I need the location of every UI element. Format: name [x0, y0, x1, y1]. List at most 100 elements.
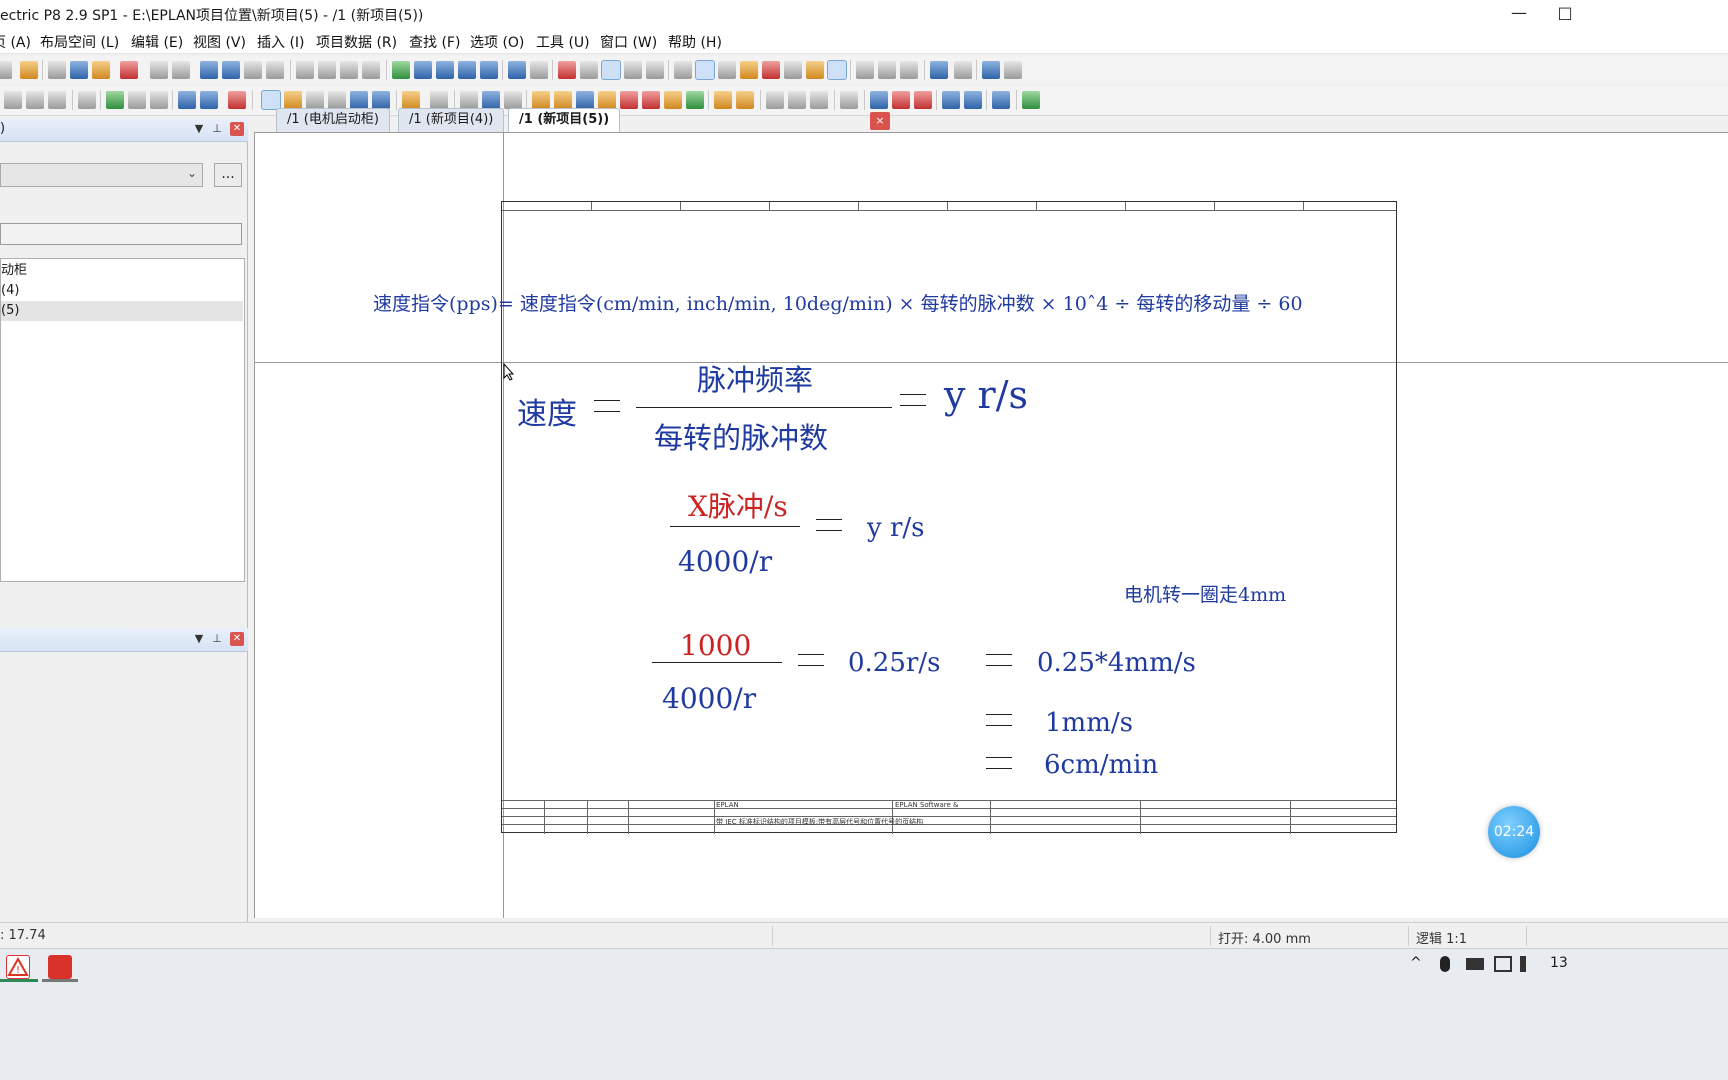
- zoom-in-icon[interactable]: [436, 61, 454, 79]
- flag-c-icon[interactable]: [178, 91, 196, 109]
- page-check-icon[interactable]: [340, 61, 358, 79]
- menu-page[interactable]: 页 (A): [0, 32, 31, 52]
- panel-menu-icon[interactable]: ▼: [192, 632, 206, 646]
- microphone-icon[interactable]: [1440, 956, 1450, 972]
- close-icon[interactable]: ✕: [230, 632, 244, 646]
- tool-icon[interactable]: [0, 61, 12, 79]
- grid-b-icon[interactable]: [580, 61, 598, 79]
- menu-window[interactable]: 窗口 (W): [600, 32, 657, 52]
- cart-icon[interactable]: [982, 61, 1000, 79]
- close-icon[interactable]: ✕: [230, 122, 244, 136]
- page-icon[interactable]: [296, 61, 314, 79]
- tab-project-4[interactable]: /1 (新项目(4)): [398, 108, 505, 132]
- grid-c-icon[interactable]: [601, 60, 621, 80]
- maximize-icon[interactable]: □: [1542, 0, 1588, 28]
- snap-icon[interactable]: [695, 60, 715, 80]
- active-app-indicator: [0, 979, 38, 982]
- magnet-icon[interactable]: [740, 61, 758, 79]
- table-icon[interactable]: [362, 61, 380, 79]
- tree-item-selected[interactable]: (5): [1, 301, 243, 321]
- flag-b-icon[interactable]: [150, 91, 168, 109]
- zoom-window-icon[interactable]: [414, 61, 432, 79]
- title-block-col: [1290, 800, 1291, 834]
- numbering-b-icon[interactable]: [26, 91, 44, 109]
- grid-a-icon[interactable]: [558, 61, 576, 79]
- grid-toggle-icon[interactable]: [674, 61, 692, 79]
- cut-icon[interactable]: [48, 61, 66, 79]
- angle-icon[interactable]: [762, 61, 780, 79]
- filter-input[interactable]: [0, 223, 242, 245]
- menu-help[interactable]: 帮助 (H): [668, 32, 722, 52]
- volume-icon[interactable]: [1520, 956, 1538, 972]
- intersection-icon[interactable]: [784, 61, 802, 79]
- redo-icon[interactable]: [244, 61, 262, 79]
- refresh-icon[interactable]: [392, 61, 410, 79]
- menu-layout-space[interactable]: 布局空间 (L): [40, 32, 119, 52]
- filter-combo[interactable]: ⌄: [0, 163, 203, 187]
- format-icon[interactable]: [172, 61, 190, 79]
- warning-app-icon[interactable]: !: [6, 955, 30, 979]
- toolbar-separator: [976, 60, 977, 80]
- menu-insert[interactable]: 插入 (I): [257, 32, 305, 52]
- fraction-bar: [652, 662, 782, 663]
- text-tool-icon[interactable]: [1004, 61, 1022, 79]
- chevron-up-icon[interactable]: ^: [1410, 955, 1422, 971]
- grid-d-icon[interactable]: [624, 61, 642, 79]
- eplan-app-icon[interactable]: [48, 955, 72, 979]
- menu-options[interactable]: 选项 (O): [470, 32, 524, 52]
- tab-project-5[interactable]: /1 (新项目(5)): [508, 108, 621, 132]
- grid-e-icon[interactable]: [646, 61, 664, 79]
- paste-icon[interactable]: [92, 61, 110, 79]
- drawing-canvas[interactable]: EPLAN EPLAN Software & 带 IEC 标准标识结构的项目模板…: [254, 132, 1728, 918]
- pin-icon[interactable]: ⊥: [210, 122, 224, 136]
- title-block-col: [587, 800, 588, 834]
- menu-find[interactable]: 查找 (F): [409, 32, 460, 52]
- connection-icon[interactable]: [930, 61, 948, 79]
- tree-item[interactable]: (4): [1, 281, 243, 301]
- forward-arrow-icon[interactable]: [530, 61, 548, 79]
- copy-icon[interactable]: [70, 61, 88, 79]
- ruler-icon[interactable]: [827, 60, 847, 80]
- menu-tools[interactable]: 工具 (U): [536, 32, 590, 52]
- format-brush-icon[interactable]: [150, 61, 168, 79]
- page-grid-icon[interactable]: [318, 61, 336, 79]
- network-icon[interactable]: [1494, 956, 1512, 972]
- tree-item[interactable]: 动柜: [1, 261, 243, 281]
- menu-edit[interactable]: 编辑 (E): [131, 32, 183, 52]
- select-area-icon[interactable]: [954, 61, 972, 79]
- more-button[interactable]: ...: [214, 163, 242, 187]
- sort-icon[interactable]: [48, 91, 66, 109]
- flag-remove-icon[interactable]: [228, 91, 246, 109]
- wrench-icon[interactable]: [20, 61, 38, 79]
- flag-d-icon[interactable]: [200, 91, 218, 109]
- lines-c-icon[interactable]: [900, 61, 918, 79]
- lines-a-icon[interactable]: [856, 61, 874, 79]
- back-arrow-icon[interactable]: [508, 61, 526, 79]
- recording-timer[interactable]: 02:24: [1488, 806, 1540, 858]
- align-icon[interactable]: [78, 91, 96, 109]
- equals-sign: [986, 654, 1012, 666]
- tab-motor-cabinet[interactable]: /1 (电机启动柜): [276, 108, 390, 132]
- delete-selection-icon[interactable]: [120, 61, 138, 79]
- undo-list-icon[interactable]: [222, 61, 240, 79]
- toolbar-separator: [72, 90, 73, 110]
- undo-icon[interactable]: [200, 61, 218, 79]
- minimize-icon[interactable]: —: [1496, 0, 1542, 28]
- tab-close-button[interactable]: ×: [870, 112, 890, 130]
- hash-icon[interactable]: [718, 61, 736, 79]
- panel-menu-icon[interactable]: ▼: [192, 122, 206, 136]
- toolbar-separator: [100, 90, 101, 110]
- lines-b-icon[interactable]: [878, 61, 896, 79]
- redo-list-icon[interactable]: [266, 61, 284, 79]
- ruler-tick: [858, 202, 859, 210]
- zoom-100-icon[interactable]: [480, 61, 498, 79]
- menu-project-data[interactable]: 项目数据 (R): [316, 32, 397, 52]
- numbering-icon[interactable]: [4, 91, 22, 109]
- check-flag-icon[interactable]: [106, 91, 124, 109]
- flag-icon[interactable]: [128, 91, 146, 109]
- measure-icon[interactable]: [806, 61, 824, 79]
- battery-icon[interactable]: [1466, 958, 1484, 970]
- zoom-out-icon[interactable]: [458, 61, 476, 79]
- menu-view[interactable]: 视图 (V): [193, 32, 246, 52]
- pin-icon[interactable]: ⊥: [210, 632, 224, 646]
